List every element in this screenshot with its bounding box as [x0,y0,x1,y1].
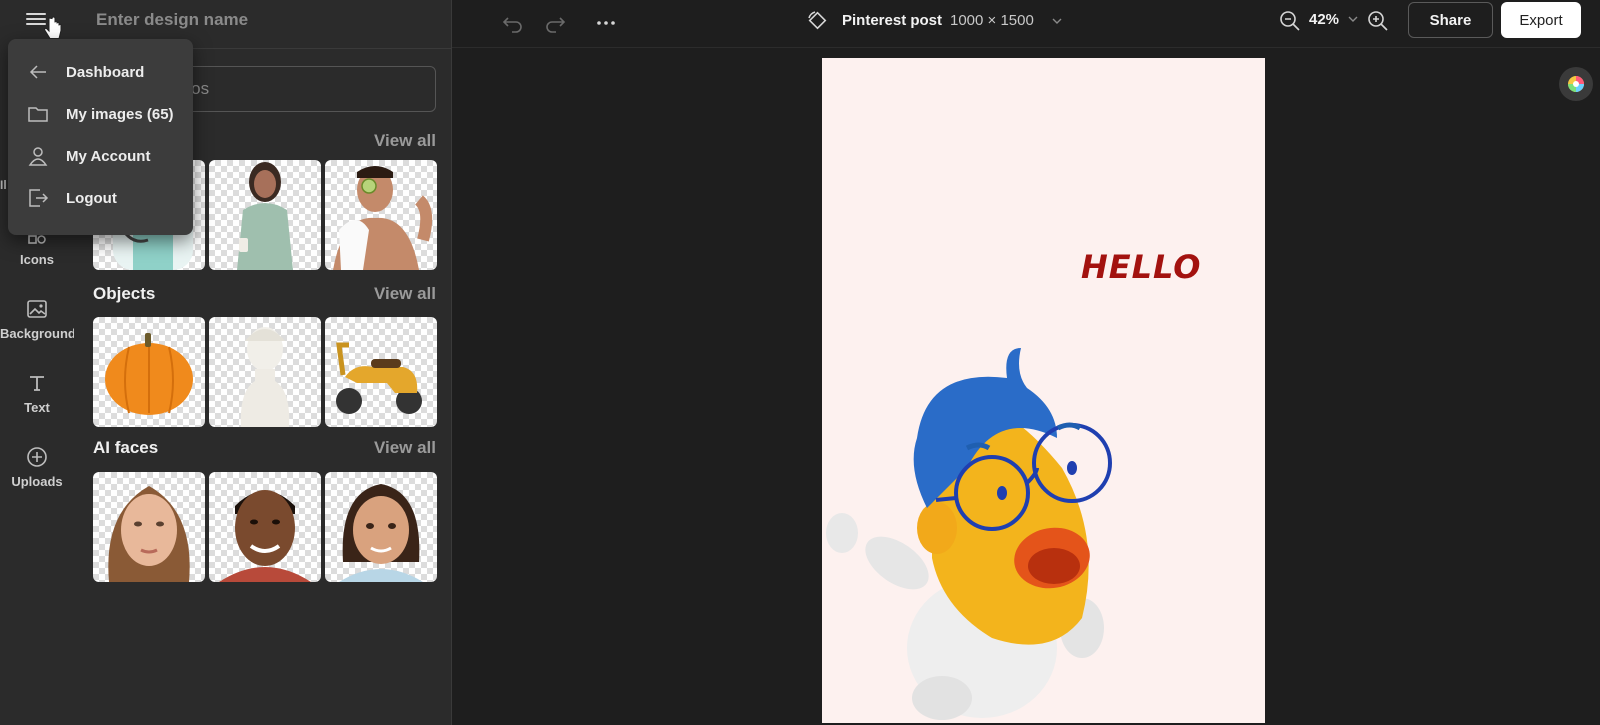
rail-item-backgrounds[interactable]: Backgrounds [0,298,83,341]
rail-item-text[interactable]: Text [0,372,74,415]
plus-circle-icon [27,447,47,467]
more-options-icon[interactable] [593,10,619,36]
share-button[interactable]: Share [1408,2,1493,38]
hamburger-menu-icon[interactable] [26,10,46,30]
chevron-down-icon[interactable] [1051,16,1063,26]
export-button[interactable]: Export [1501,2,1581,38]
bust-image [240,327,290,427]
chevron-down-icon[interactable] [1347,14,1359,24]
menu-item-dashboard[interactable]: Dashboard [8,52,193,92]
cartoon-character-image[interactable] [822,328,1132,723]
logout-icon [29,189,49,207]
color-wheel-icon [1568,76,1584,92]
section-title-objects: Objects [93,284,156,303]
view-all-link[interactable]: View all [374,284,436,304]
menu-item-my-images[interactable]: My images (65) [8,94,193,134]
rail-label: Backgrounds [0,326,84,341]
rail-partial-label: Il [0,178,7,192]
zoom-out-icon[interactable] [1277,8,1303,34]
thumb-girl-face[interactable] [325,472,437,582]
menu-item-my-account[interactable]: My Account [8,136,193,176]
girl-face-image [339,484,423,582]
arrow-left-icon [29,65,46,79]
text-icon [30,376,44,391]
thumb-bust-statue[interactable] [209,317,321,427]
thumb-pumpkin[interactable] [93,317,205,427]
view-all-link[interactable]: View all [374,438,436,458]
man-face-image [219,490,311,582]
thumb-man-with-cucumber[interactable] [325,160,437,270]
menu-item-label: Dashboard [66,63,145,81]
view-all-link[interactable]: View all [374,131,436,151]
thumb-woman-face[interactable] [93,472,205,582]
woman-image [237,162,293,270]
thumb-scooter[interactable] [325,317,437,427]
menu-item-label: My Account [66,147,151,165]
canvas-headline-text[interactable]: HELLO [1081,248,1201,286]
design-name-input[interactable]: Enter design name [96,10,248,30]
section-title-ai-faces: AI faces [93,438,159,457]
undo-icon[interactable] [500,10,526,36]
rail-label: Icons [20,252,54,267]
design-canvas[interactable]: HELLO [822,58,1265,723]
rail-label: Text [24,400,50,415]
redo-icon[interactable] [542,10,568,36]
zoom-in-icon[interactable] [1365,8,1391,34]
menu-item-logout[interactable]: Logout [8,178,193,218]
man-image [333,166,433,270]
woman-face-image [108,486,190,582]
thumb-man-face[interactable] [209,472,321,582]
user-icon [28,147,48,166]
document-size[interactable]: 1000 × 1500 [950,12,1034,29]
rail-item-uploads[interactable]: Uploads [0,446,74,489]
thumb-woman-with-coffee[interactable] [209,160,321,270]
account-dropdown-menu: Dashboard My images (65) My Account Logo… [8,39,193,235]
rail-label: Uploads [11,474,63,489]
resize-icon[interactable] [805,8,831,34]
image-icon [27,300,47,318]
menu-item-label: My images (65) [66,105,174,123]
zoom-level[interactable]: 42% [1309,11,1339,28]
menu-item-label: Logout [66,189,117,207]
folder-icon [28,107,48,122]
document-title[interactable]: Pinterest post [842,12,942,29]
color-palette-button[interactable] [1559,67,1593,101]
scooter-image [336,342,422,414]
pumpkin-image [105,333,193,415]
